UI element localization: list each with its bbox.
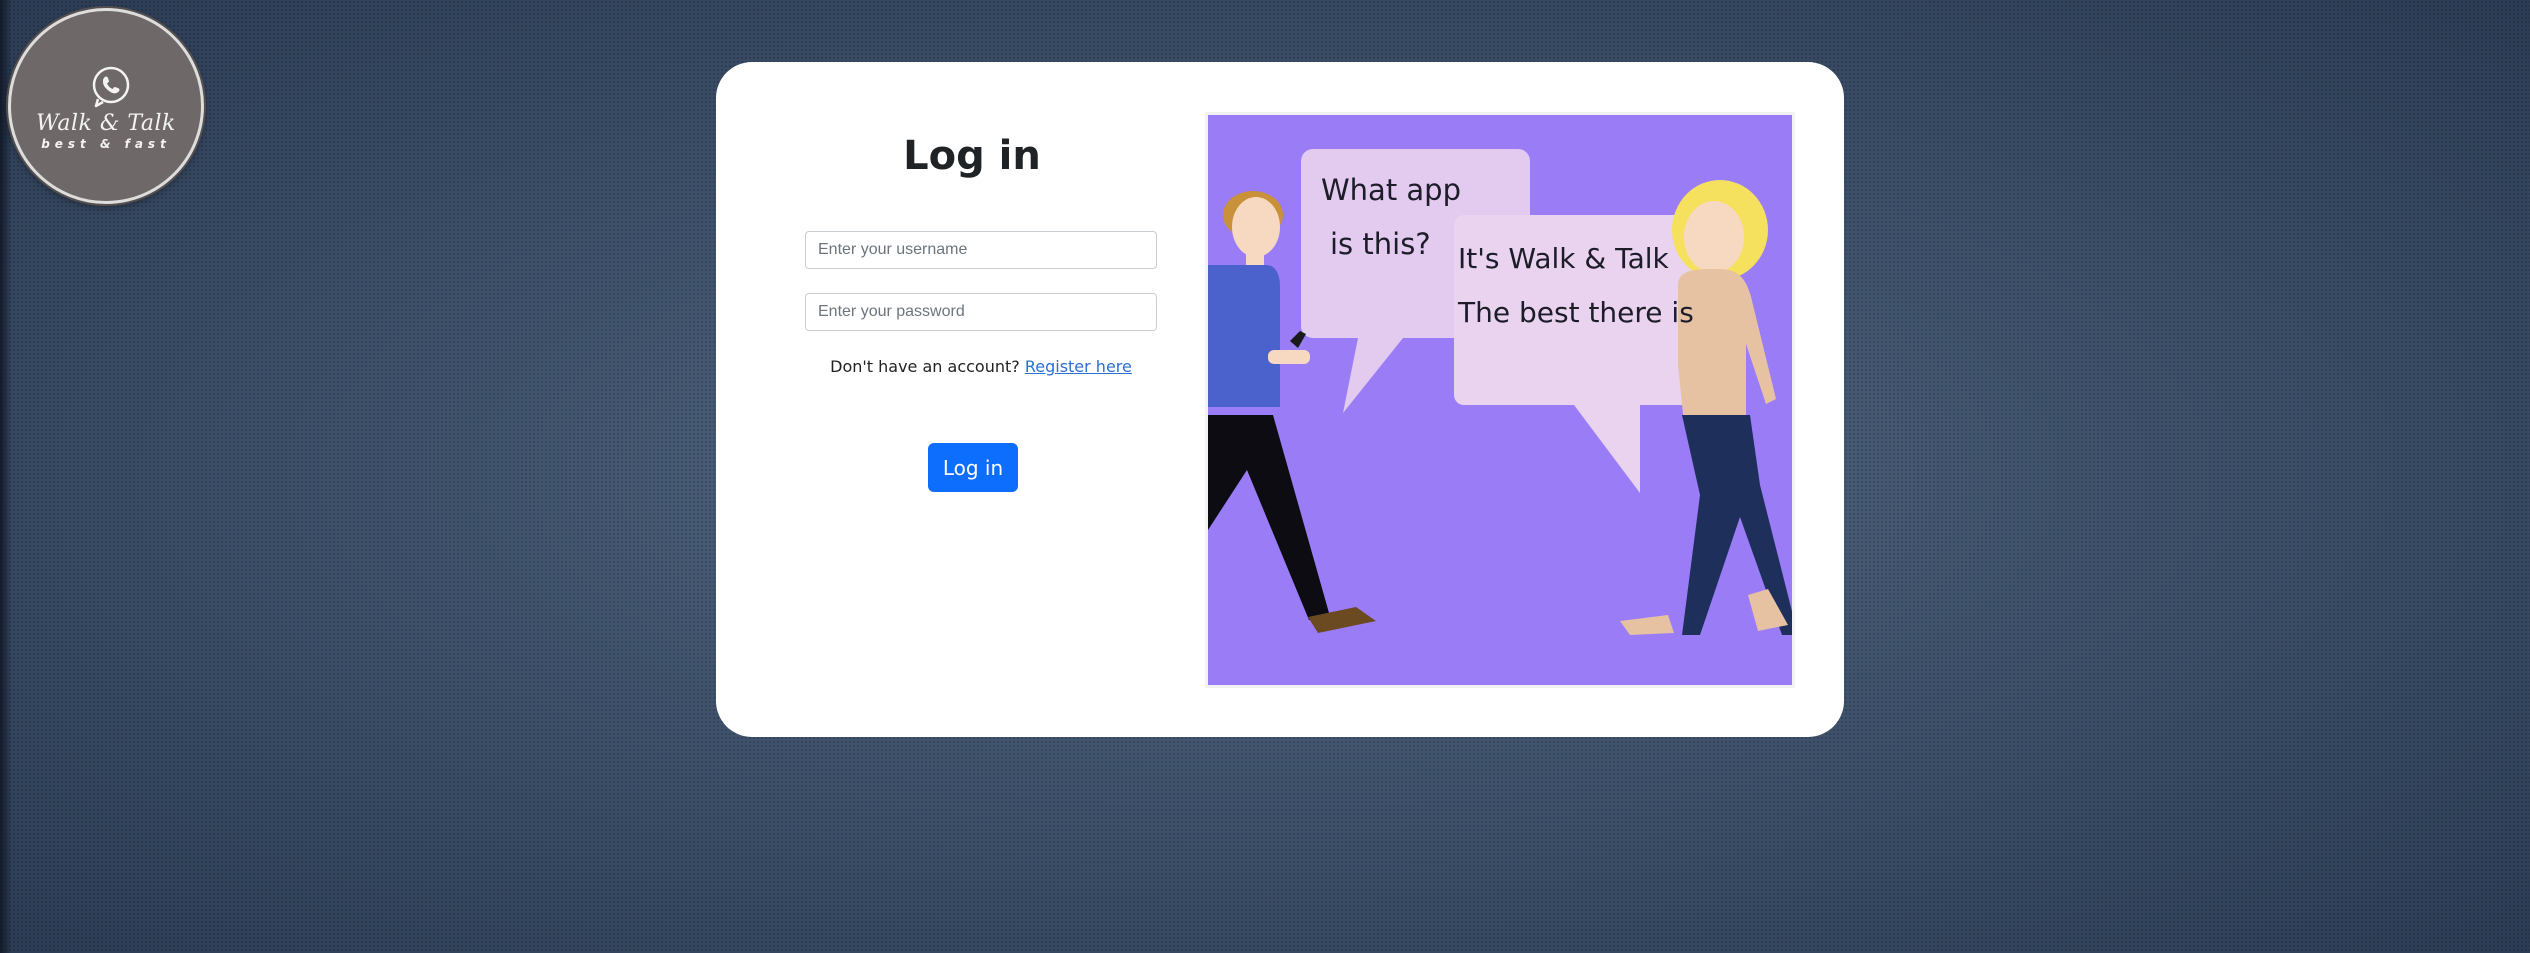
- bubble-right-line1: It's Walk & Talk: [1458, 242, 1669, 275]
- username-input[interactable]: [805, 231, 1157, 269]
- phone-icon: [92, 66, 130, 108]
- login-button[interactable]: Log in: [928, 443, 1018, 492]
- bubble-left-line2: is this?: [1330, 227, 1431, 261]
- bubble-left-line1: What app: [1321, 173, 1462, 207]
- bubble-right-line2: The best there is: [1458, 296, 1694, 329]
- register-line: Don't have an account? Register here: [805, 357, 1157, 376]
- hero-illustration: What app is this? It's Walk & Talk The b…: [1205, 112, 1795, 688]
- logo-title: Walk & Talk: [36, 111, 176, 136]
- logo-tagline: best & fast: [41, 137, 171, 151]
- register-prompt: Don't have an account?: [830, 357, 1020, 376]
- illustration-art: [1208, 115, 1792, 685]
- password-input[interactable]: [805, 293, 1157, 331]
- page-title: Log in: [903, 133, 1041, 179]
- register-link[interactable]: Register here: [1025, 357, 1132, 376]
- walk-talk-logo: Walk & Talk best & fast: [8, 8, 204, 204]
